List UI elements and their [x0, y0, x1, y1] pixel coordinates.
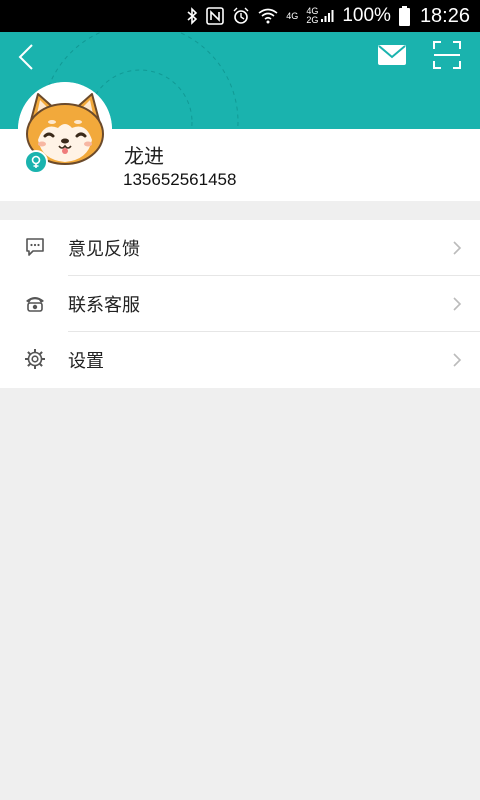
- bluetooth-icon: [186, 7, 198, 25]
- settings-icon: [25, 349, 45, 369]
- scan-button[interactable]: [432, 40, 462, 70]
- signal-group: 4G 2G: [306, 7, 334, 25]
- chevron-left-icon: [18, 44, 33, 70]
- menu-item-feedback[interactable]: 意见反馈: [0, 220, 480, 276]
- nfc-icon: [206, 7, 225, 25]
- battery-icon: [398, 6, 410, 26]
- mail-icon: [378, 45, 406, 65]
- scan-icon: [433, 41, 461, 69]
- network-label-bottom: 2G: [306, 15, 319, 25]
- chevron-right-icon: [453, 241, 462, 255]
- settings-menu: 意见反馈 联系客服 设置: [0, 220, 480, 388]
- user-phone: 135652561458: [123, 170, 237, 189]
- signal-icon: [321, 10, 334, 22]
- menu-item-label: 联系客服: [68, 295, 140, 316]
- status-bar: 4G 4G 2G 100% 18:26: [0, 0, 480, 32]
- feedback-icon: [26, 238, 44, 256]
- chevron-right-icon: [453, 297, 462, 311]
- female-icon: [24, 150, 48, 174]
- battery-percent: 100%: [342, 5, 391, 26]
- network-label-top: 4G: [286, 10, 299, 21]
- network-4g-label: 4G: [286, 10, 299, 21]
- clock: 18:26: [419, 4, 470, 27]
- messages-button[interactable]: [376, 42, 408, 68]
- status-icons: 4G 4G 2G 100% 18:26: [186, 0, 470, 32]
- wifi-icon: [258, 8, 278, 24]
- menu-item-contact-support[interactable]: 联系客服: [0, 276, 480, 332]
- network-dual-label: 4G 2G: [306, 7, 318, 25]
- chevron-right-icon: [453, 353, 462, 367]
- menu-item-label: 设置: [68, 351, 104, 372]
- phone-icon: [26, 297, 44, 312]
- back-button[interactable]: [14, 42, 40, 72]
- menu-item-label: 意见反馈: [68, 239, 140, 260]
- alarm-icon: [232, 7, 250, 25]
- menu-item-settings[interactable]: 设置: [0, 332, 480, 388]
- user-name: 龙进: [124, 146, 164, 168]
